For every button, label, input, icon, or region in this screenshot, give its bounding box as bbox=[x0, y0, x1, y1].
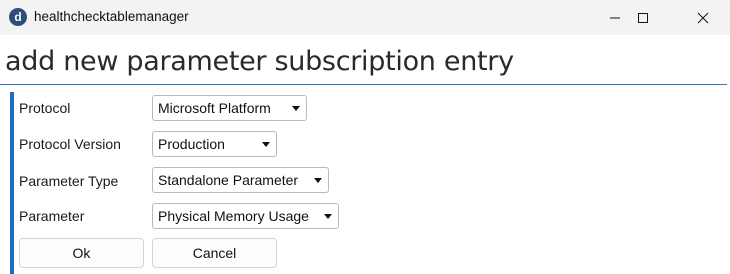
ok-button[interactable]: Ok bbox=[19, 238, 144, 268]
parameter-label: Parameter bbox=[19, 208, 85, 224]
parameter-type-dropdown[interactable]: Standalone Parameter bbox=[152, 167, 329, 193]
parameter-type-value: Standalone Parameter bbox=[158, 172, 299, 188]
parameter-value: Physical Memory Usage bbox=[158, 208, 309, 224]
protocol-version-value: Production bbox=[158, 136, 225, 152]
title-divider bbox=[0, 84, 727, 85]
cancel-button[interactable]: Cancel bbox=[152, 238, 277, 268]
window-titlebar: d healthchecktablemanager bbox=[0, 0, 730, 35]
protocol-value: Microsoft Platform bbox=[158, 100, 271, 116]
form-accent-bar bbox=[10, 92, 14, 274]
close-icon bbox=[697, 12, 709, 23]
chevron-down-icon bbox=[324, 214, 332, 219]
chevron-down-icon bbox=[262, 142, 270, 147]
chevron-down-icon bbox=[314, 178, 322, 183]
app-logo-icon: d bbox=[9, 8, 27, 26]
page-title: add new parameter subscription entry bbox=[5, 46, 514, 77]
parameter-type-label: Parameter Type bbox=[19, 173, 119, 189]
window-title: healthchecktablemanager bbox=[34, 9, 189, 24]
parameter-dropdown[interactable]: Physical Memory Usage bbox=[152, 203, 339, 229]
protocol-version-label: Protocol Version bbox=[19, 136, 121, 152]
maximize-button[interactable] bbox=[620, 0, 666, 35]
chevron-down-icon bbox=[292, 106, 300, 111]
protocol-version-dropdown[interactable]: Production bbox=[152, 131, 277, 157]
protocol-dropdown[interactable]: Microsoft Platform bbox=[152, 95, 307, 121]
close-button[interactable] bbox=[680, 0, 726, 35]
maximize-icon bbox=[638, 12, 648, 23]
protocol-label: Protocol bbox=[19, 100, 71, 116]
